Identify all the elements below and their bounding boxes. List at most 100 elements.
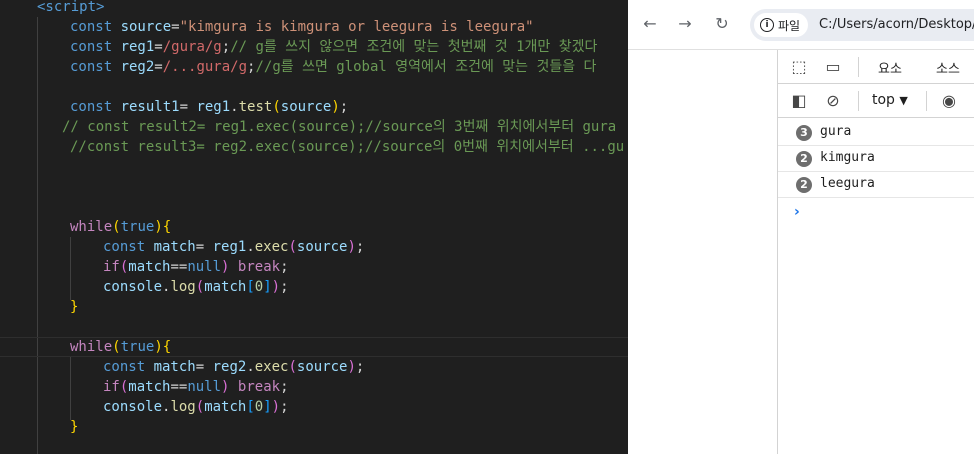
- code-line[interactable]: [0, 157, 628, 177]
- repeat-count-badge: 3: [796, 125, 812, 141]
- console-message[interactable]: 2 kimgura: [778, 146, 974, 172]
- sidebar-toggle-icon[interactable]: ◧: [788, 90, 810, 112]
- code-token: exec: [254, 239, 289, 255]
- code-token: const: [70, 99, 121, 115]
- inspect-element-icon[interactable]: ⬚: [788, 56, 810, 78]
- code-token: reg1: [196, 99, 231, 115]
- code-token: null: [187, 379, 222, 395]
- code-token: ;: [339, 99, 349, 115]
- code-token: true: [120, 339, 155, 355]
- console-message[interactable]: 2 leegura: [778, 172, 974, 198]
- code-token: ]: [263, 399, 272, 415]
- browser-window: ← → ↻ i 파일 C:/Users/acorn/Desktop/ ⬚ ▭ 요…: [628, 0, 974, 454]
- code-token: ): [347, 359, 356, 375]
- code-line[interactable]: [0, 177, 628, 197]
- console-message-text: leegura: [820, 176, 875, 191]
- code-token: reg1: [212, 239, 247, 255]
- code-token: [: [246, 399, 255, 415]
- code-token: exec: [254, 359, 289, 375]
- code-token: /gura/g: [162, 39, 222, 55]
- divider: [858, 91, 859, 111]
- code-token: const: [70, 59, 121, 75]
- code-token: =: [195, 239, 213, 255]
- repeat-count-badge: 2: [796, 151, 812, 167]
- reload-icon[interactable]: ↻: [712, 14, 732, 34]
- context-select[interactable]: top ▼: [872, 92, 908, 108]
- console-message-text: gura: [820, 124, 852, 139]
- code-line[interactable]: const reg1=/gura/g;// g를 쓰지 않으면 조건에 맞는 첫…: [0, 37, 628, 57]
- code-token: =: [154, 59, 163, 75]
- address-bar[interactable]: i 파일 C:/Users/acorn/Desktop/: [750, 9, 974, 41]
- code-line[interactable]: const source="kimgura is kimgura or leeg…: [0, 17, 628, 37]
- code-token: ;: [280, 279, 289, 295]
- code-token: (: [195, 399, 205, 415]
- code-token: log: [170, 279, 196, 295]
- console-message-text: kimgura: [820, 150, 875, 165]
- code-token: (: [112, 219, 121, 235]
- code-line[interactable]: }: [0, 417, 628, 437]
- code-token: source: [296, 359, 348, 375]
- code-line[interactable]: // const result2= reg1.exec(source);//so…: [0, 117, 628, 137]
- chevron-down-icon: ▼: [899, 94, 908, 107]
- code-token: // const result2= reg1.exec(source);//so…: [62, 119, 617, 135]
- code-token: {: [162, 219, 172, 235]
- code-token: while: [70, 339, 113, 355]
- code-line[interactable]: }: [0, 297, 628, 317]
- code-line[interactable]: while(true){: [0, 337, 628, 357]
- device-toolbar-icon[interactable]: ▭: [822, 56, 844, 78]
- info-icon: i: [760, 18, 774, 32]
- code-line[interactable]: console.log(match[0]);: [0, 397, 628, 417]
- code-token: match: [128, 259, 171, 275]
- console-message[interactable]: 3 gura: [778, 120, 974, 146]
- code-line[interactable]: const result1= reg1.test(source);: [0, 97, 628, 117]
- eye-icon[interactable]: ◉: [938, 90, 960, 112]
- code-token: ;: [221, 39, 231, 55]
- code-line[interactable]: const match= reg1.exec(source);: [0, 237, 628, 257]
- code-editor[interactable]: <script> const source="kimgura is kimgura…: [0, 0, 628, 454]
- code-token: 0: [254, 279, 264, 295]
- code-token: =: [171, 19, 180, 35]
- code-token: [: [246, 279, 255, 295]
- clear-console-icon[interactable]: ⊘: [822, 90, 844, 112]
- code-token: break: [237, 259, 281, 275]
- context-value: top: [872, 92, 895, 108]
- devtools-panel: ⬚ ▭ 요소 소스 ◧ ⊘ top ▼ ◉ 3 gura 2 kimgura 2…: [778, 50, 974, 454]
- code-line[interactable]: const reg2=/...gura/g;//g를 쓰면 global 영역에…: [0, 57, 628, 77]
- code-token: result1: [120, 99, 180, 115]
- site-info-button[interactable]: i 파일: [754, 13, 809, 37]
- code-token: ;: [280, 379, 289, 395]
- code-token: if: [103, 259, 120, 275]
- code-token: source: [280, 99, 332, 115]
- code-line[interactable]: <script>: [0, 0, 628, 17]
- url-text[interactable]: C:/Users/acorn/Desktop/: [819, 9, 974, 41]
- code-line[interactable]: //const result3= reg2.exec(source);//sou…: [0, 137, 628, 157]
- console-prompt-icon[interactable]: ›: [794, 204, 800, 220]
- tab-sources[interactable]: 소스: [936, 58, 960, 77]
- code-line[interactable]: const match= reg2.exec(source);: [0, 357, 628, 377]
- code-token: =: [195, 359, 213, 375]
- code-token: const: [70, 19, 121, 35]
- code-token: match: [204, 279, 247, 295]
- code-token: // g를 쓰지 않으면 조건에 맞는 첫번째 것 1개만 찾겠다: [230, 39, 598, 55]
- code-token: (: [272, 99, 281, 115]
- code-line[interactable]: if(match==null) break;: [0, 377, 628, 397]
- code-line[interactable]: while(true){: [0, 217, 628, 237]
- code-line[interactable]: [0, 77, 628, 97]
- forward-icon[interactable]: →: [675, 14, 695, 34]
- code-token: }: [70, 299, 79, 315]
- tab-elements[interactable]: 요소: [878, 58, 902, 77]
- code-line[interactable]: if(match==null) break;: [0, 257, 628, 277]
- code-token: {: [162, 339, 172, 355]
- code-token: (: [288, 239, 297, 255]
- divider: [926, 91, 927, 111]
- code-line[interactable]: [0, 317, 628, 337]
- code-token: null: [187, 259, 222, 275]
- code-line[interactable]: [0, 197, 628, 217]
- code-line[interactable]: console.log(match[0]);: [0, 277, 628, 297]
- code-token: const: [103, 239, 154, 255]
- code-token: ==: [170, 259, 188, 275]
- code-token: ): [271, 399, 281, 415]
- code-token: ): [331, 99, 340, 115]
- back-icon[interactable]: ←: [640, 14, 660, 34]
